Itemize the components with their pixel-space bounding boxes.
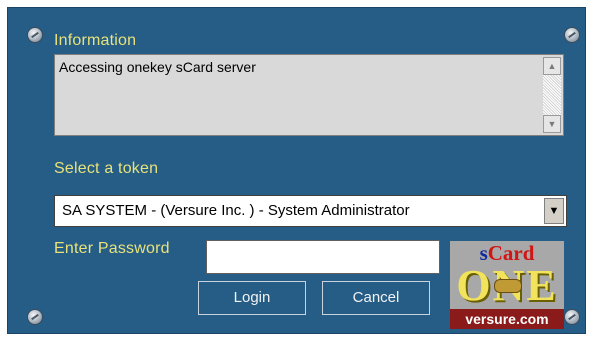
logo-site-text: versure.com [450,309,564,329]
cancel-button[interactable]: Cancel [322,281,430,315]
screw-icon [27,309,43,325]
scroll-track[interactable] [543,75,561,115]
screw-icon [564,27,580,43]
token-select-value: SA SYSTEM - (Versure Inc. ) - System Adm… [62,202,410,219]
information-text: Accessing onekey sCard server [59,59,256,75]
key-icon [494,279,522,293]
screw-icon [27,27,43,43]
password-input[interactable] [206,240,440,274]
dropdown-arrow-icon[interactable]: ▼ [544,198,564,224]
select-token-label: Select a token [54,160,159,177]
scroll-down-icon[interactable]: ▼ [543,115,561,133]
screw-icon [564,309,580,325]
information-textbox[interactable]: Accessing onekey sCard server ▲ ▼ [54,54,564,136]
login-button[interactable]: Login [198,281,306,315]
login-panel: Information Accessing onekey sCard serve… [7,7,586,334]
information-scrollbar[interactable]: ▲ ▼ [543,57,561,133]
scard-one-logo: sCard ONE versure.com [450,241,564,329]
scroll-up-icon[interactable]: ▲ [543,57,561,75]
token-select[interactable]: SA SYSTEM - (Versure Inc. ) - System Adm… [54,195,567,227]
password-label: Enter Password [54,240,170,257]
information-label: Information [54,32,137,49]
